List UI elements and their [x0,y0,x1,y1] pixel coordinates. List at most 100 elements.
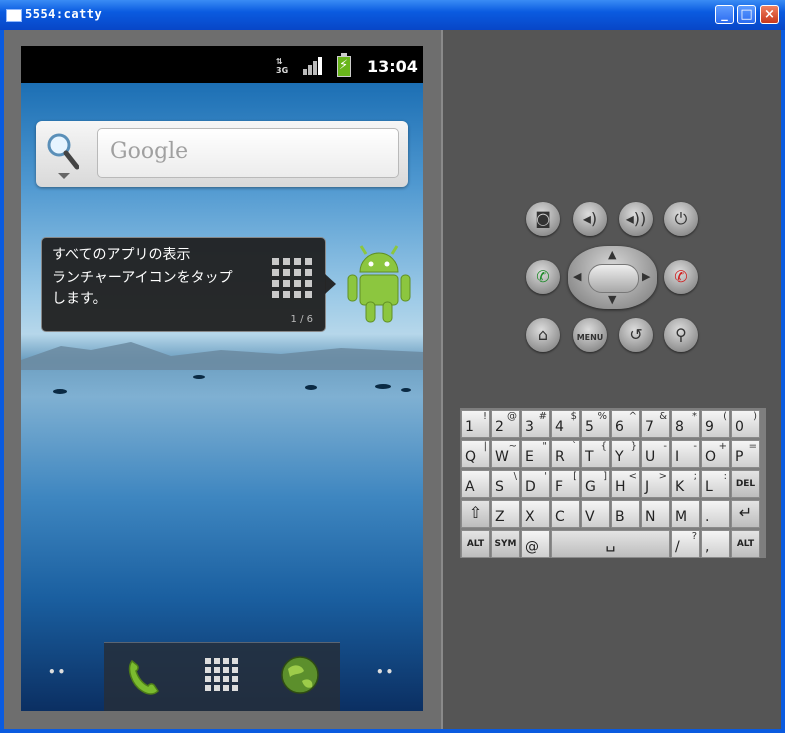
dpad-right-icon[interactable]: ▶ [642,270,650,283]
window-app-icon [6,9,22,22]
google-search-widget[interactable]: Google [36,121,408,187]
hardware-keyboard: 1! 2 @3 #4 $5% 6 ^ 7 & 8 * 9(0) Q | W ~ E " R ` T{Y} U - I - O + P =… [460,408,766,558]
key-label: 7 [645,419,654,435]
key-t[interactable]: T{ [581,440,610,468]
key-1[interactable]: 1! [461,410,490,438]
key-k[interactable]: K; [671,470,700,498]
all-apps-launcher-icon[interactable] [205,658,238,691]
dpad-center-button[interactable] [588,264,639,293]
maximize-button[interactable]: □ [737,5,756,24]
key-alt-label: ! [482,411,487,422]
key-period[interactable]: . [701,500,730,528]
key-u[interactable]: U- [641,440,670,468]
key-w[interactable]: W ~ [491,440,520,468]
launcher-hint-tooltip[interactable]: すべてのアプリの表示 ランチャーアイコンをタップ します。 1 / 6 [41,237,336,332]
key-d[interactable]: D ' [521,470,550,498]
key-5[interactable]: 5% [581,410,610,438]
network-type-label: 3G [276,66,289,75]
phone-screen[interactable]: ⇅ 3G ⚡ 13:04 Google すべてのアプリの表示 ランチャーアイコンを… [21,46,423,711]
key-a[interactable]: A [461,470,490,498]
title-bar[interactable]: 5554:catty _ □ × [0,0,785,30]
key-9[interactable]: 9( [701,410,730,438]
power-button[interactable]: ⏻ [664,202,698,236]
key-g[interactable]: G] [581,470,610,498]
key-b[interactable]: B [611,500,640,528]
key-y[interactable]: Y} [611,440,640,468]
home-left-page-dots[interactable]: •• [48,665,67,679]
key-0[interactable]: 0) [731,410,760,438]
alt-right-key[interactable]: ALT [731,530,760,558]
shift-key[interactable]: ⇧ [461,500,490,528]
key-label: G [585,479,596,495]
call-button[interactable]: ✆ [526,260,560,294]
volume-down-button[interactable]: ◂) [573,202,607,236]
camera-button[interactable]: ◙ [526,202,560,236]
key-p[interactable]: P = [731,440,760,468]
key-f[interactable]: F[ [551,470,580,498]
key-2[interactable]: 2 @ [491,410,520,438]
dpad-down-icon[interactable]: ▼ [608,293,616,306]
key-slash[interactable]: /? [671,530,700,558]
space-key[interactable]: ␣ [551,530,670,558]
enter-key[interactable]: ↵ [731,500,760,528]
key-x[interactable]: X [521,500,550,528]
key-s[interactable]: S \ [491,470,520,498]
browser-globe-icon[interactable] [280,655,320,695]
status-bar[interactable]: ⇅ 3G ⚡ 13:04 [21,46,423,83]
key-label: 5 [585,419,594,435]
dpad-up-icon[interactable]: ▲ [608,248,616,261]
volume-up-button[interactable]: ◂)) [619,202,653,236]
menu-button[interactable]: MENU [573,318,607,352]
key-label: A [465,479,475,495]
key-h[interactable]: H < [611,470,640,498]
key-at[interactable]: @ [521,530,550,558]
key-label: N [645,509,656,525]
alt-left-key[interactable]: ALT [461,530,490,558]
key-i[interactable]: I- [671,440,700,468]
phone-dialer-icon[interactable] [122,655,166,699]
dpad-left-icon[interactable]: ◀ [573,270,581,283]
key-q[interactable]: Q | [461,440,490,468]
end-call-button[interactable]: ✆ [664,260,698,294]
search-source-dropdown-icon[interactable] [58,173,70,179]
key-alt-label: - [693,441,697,452]
key-comma[interactable]: , [701,530,730,558]
key-label: P [735,449,744,465]
wallpaper-stone [193,375,205,379]
key-6[interactable]: 6 ^ [611,410,640,438]
key-4[interactable]: 4 $ [551,410,580,438]
key-n[interactable]: N [641,500,670,528]
search-hw-button[interactable]: ⚲ [664,318,698,352]
key-z[interactable]: Z [491,500,520,528]
home-button[interactable]: ⌂ [526,318,560,352]
key-3[interactable]: 3 # [521,410,550,438]
key-m[interactable]: M [671,500,700,528]
home-right-page-dots[interactable]: •• [376,665,395,679]
key-alt-label: + [718,441,727,452]
key-label: , [705,539,710,555]
minimize-button[interactable]: _ [715,5,734,24]
back-button[interactable]: ↺ [619,318,653,352]
key-alt-label: | [483,441,487,452]
sym-key[interactable]: SYM [491,530,520,558]
key-c[interactable]: C [551,500,580,528]
dpad[interactable]: ▲ ▼ ◀ ▶ [568,246,657,309]
home-icon: ⌂ [537,325,549,344]
search-input[interactable]: Google [97,128,399,178]
key-label: 8 [675,419,684,435]
key-7[interactable]: 7 & [641,410,670,438]
key-8[interactable]: 8 * [671,410,700,438]
maximize-icon: □ [740,7,753,22]
key-l[interactable]: L: [701,470,730,498]
key-r[interactable]: R ` [551,440,580,468]
key-label: H [615,479,626,495]
key-v[interactable]: V [581,500,610,528]
key-j[interactable]: J > [641,470,670,498]
delete-key[interactable]: DEL [731,470,760,498]
key-e[interactable]: E " [521,440,550,468]
key-o[interactable]: O + [701,440,730,468]
close-button[interactable]: × [760,5,779,24]
search-icon[interactable] [45,131,79,171]
key-alt-label: : [723,471,727,482]
key-label: M [675,509,688,525]
